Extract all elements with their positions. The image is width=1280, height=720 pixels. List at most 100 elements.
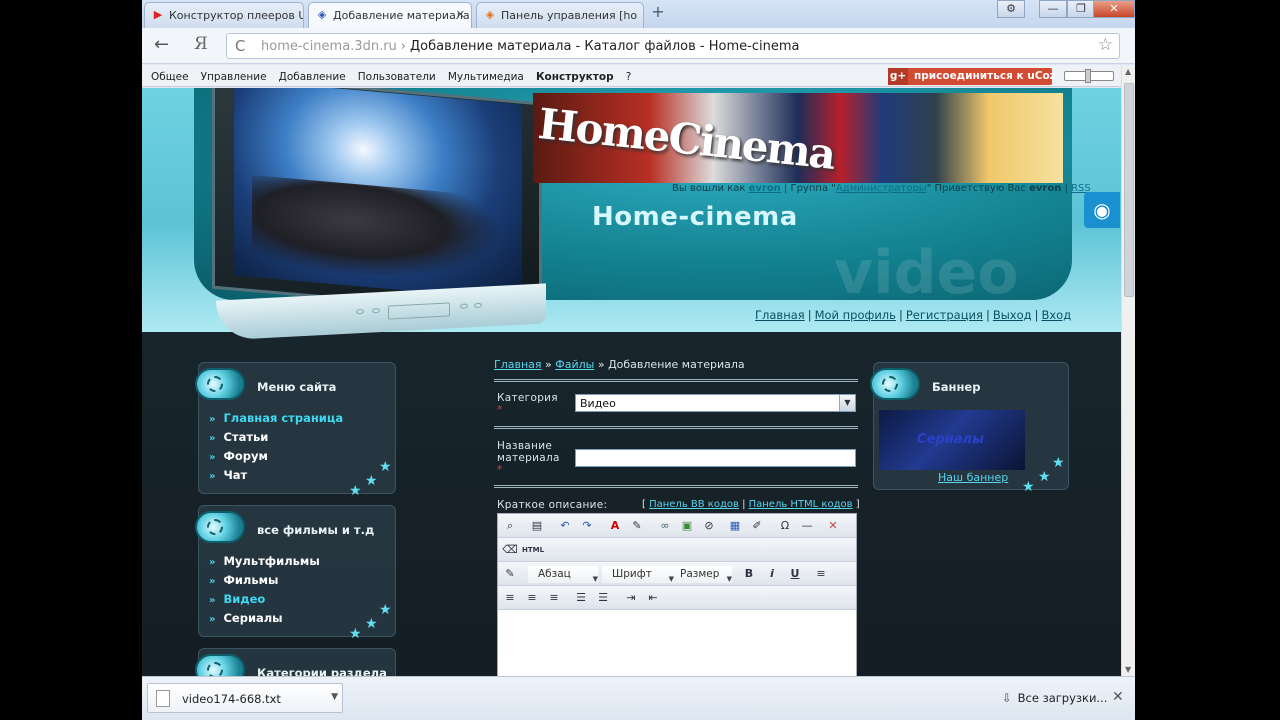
ucoz-menu-multimedia[interactable]: Мультимедиа (448, 66, 524, 88)
username-link[interactable]: evron (749, 183, 781, 194)
table-icon[interactable]: ▦ (726, 518, 744, 534)
indent-icon[interactable]: ⇥ (622, 590, 640, 606)
scrollbar-thumb[interactable] (1124, 83, 1134, 297)
address-bar[interactable]: C home-cinema.3dn.ru › Добавление материал… (226, 33, 1120, 59)
nav-profile[interactable]: Мой профиль (815, 308, 896, 322)
back-button[interactable]: ← (154, 34, 169, 55)
nav-logout[interactable]: Выход (993, 308, 1032, 322)
reload-icon[interactable]: C (235, 37, 245, 55)
group-link[interactable]: Администраторы (836, 183, 927, 194)
paragraph-dropdown[interactable]: Абзац ▼ (528, 566, 598, 583)
html-codes-panel-link[interactable]: Панель HTML кодов (749, 499, 853, 510)
bb-codes-panel-link[interactable]: Панель BB кодов (649, 499, 739, 510)
menu-item-home[interactable]: Главная страница (209, 409, 343, 428)
join-ucoz-button[interactable]: g+ присоединиться к uCoz (888, 68, 1056, 85)
html-source-icon[interactable]: HTML (522, 542, 544, 558)
ucoz-menu-management[interactable]: Управление (201, 66, 267, 88)
menu-item-video[interactable]: Видео (209, 590, 320, 609)
monitor-button (372, 308, 380, 314)
bookmark-star-icon[interactable]: ☆ (1098, 35, 1113, 55)
nav-register[interactable]: Регистрация (906, 308, 983, 322)
image-icon[interactable]: ▣ (678, 518, 696, 534)
unordered-list-icon[interactable]: ☰ (594, 590, 612, 606)
menu-item-films[interactable]: Фильмы (209, 571, 320, 590)
tab-control-panel[interactable]: ◈ Панель управления [ho (476, 2, 644, 28)
ucoz-menu-help[interactable]: ? (626, 66, 632, 88)
tab-add-material[interactable]: ◈ Добавление материала ✕ (308, 2, 472, 29)
bold-button[interactable]: B (740, 566, 758, 582)
special-char-icon[interactable]: Ω (776, 518, 794, 534)
close-download-bar-icon[interactable]: ✕ (1112, 689, 1124, 705)
scroll-up-icon[interactable]: ▲ (1125, 67, 1131, 76)
required-mark: * (497, 404, 503, 416)
horizontal-rule-icon[interactable]: — (798, 518, 816, 534)
tab-close-icon[interactable]: ✕ (456, 8, 465, 21)
nav-login[interactable]: Вход (1041, 308, 1071, 322)
redo-icon[interactable]: ↷ (578, 518, 596, 534)
block-title: Баннер (870, 363, 1068, 403)
underline-button[interactable]: U (786, 566, 804, 582)
align-center-icon[interactable]: ≡ (523, 590, 541, 606)
chevron-down-icon[interactable]: ▼ (331, 692, 338, 702)
close-window-button[interactable]: ✕ (1093, 0, 1135, 18)
eraser-icon[interactable]: ⌫ (501, 542, 519, 558)
block-title-text: Баннер (932, 380, 981, 394)
font-dropdown[interactable]: Шрифт ▼ (602, 566, 674, 583)
breadcrumb-files[interactable]: Файлы (555, 358, 594, 371)
undo-icon[interactable]: ↶ (556, 518, 574, 534)
rich-text-editor[interactable]: ⌕ ▤ ↶ ↷ A ✎ ∞ ▣ ⊘ ▦ ✐ Ω — ✕ ⌫ HTML ✎ Абз… (497, 513, 857, 676)
vertical-scrollbar[interactable]: ▲ ▼ (1121, 65, 1135, 676)
highlight-icon[interactable]: ✎ (628, 518, 646, 534)
panel-slider[interactable] (1064, 69, 1114, 83)
navigation-bar: ← Я C home-cinema.3dn.ru › Добавление мате… (142, 28, 1135, 64)
unlink-icon[interactable]: ⊘ (700, 518, 718, 534)
minimize-button[interactable]: — (1039, 0, 1067, 18)
section-categories-block: Категории раздела (195, 648, 396, 676)
ucoz-menu-constructor[interactable]: Конструктор (536, 66, 614, 88)
nav-home[interactable]: Главная (755, 308, 805, 322)
category-select[interactable]: Видео ▼ (575, 394, 856, 412)
tab-player-constructor[interactable]: ▶ Конструктор плееров U (144, 2, 304, 28)
series-banner-image[interactable]: Сериалы (879, 410, 1025, 470)
close-icon[interactable]: ✕ (824, 518, 842, 534)
download-icon: ⇩ (1002, 691, 1012, 705)
slider-handle[interactable] (1085, 69, 1091, 83)
search-icon[interactable]: ⌕ (501, 518, 519, 534)
edit-icon[interactable]: ✐ (748, 518, 766, 534)
eye-icon[interactable]: ◉ (1084, 192, 1120, 228)
new-tab-button[interactable]: + (650, 4, 666, 20)
menu-item-series[interactable]: Сериалы (209, 609, 320, 628)
text-color-icon[interactable]: A (606, 518, 624, 534)
ordered-list-icon[interactable]: ☰ (572, 590, 590, 606)
paste-icon[interactable]: ▤ (528, 518, 546, 534)
menu-item-forum[interactable]: Форум (209, 447, 343, 466)
align-left-icon[interactable]: ≡ (501, 590, 519, 606)
style-icon[interactable]: ✎ (501, 566, 519, 582)
chevron-down-icon[interactable]: ▼ (839, 395, 855, 411)
ucoz-menu-users[interactable]: Пользователи (358, 66, 436, 88)
download-item[interactable]: video174-668.txt ▼ (147, 683, 343, 713)
scroll-down-icon[interactable]: ▼ (1125, 665, 1131, 674)
breadcrumb-home[interactable]: Главная (494, 358, 542, 371)
align-right-icon[interactable]: ≡ (545, 590, 563, 606)
our-banner-link[interactable]: Наш баннер (938, 471, 1008, 484)
size-dropdown[interactable]: Размер ▼ (674, 566, 732, 583)
tab-label: Конструктор плееров U (169, 9, 304, 22)
all-downloads-label: Все загрузки... (1017, 691, 1108, 705)
ucoz-menu-add[interactable]: Добавление (279, 66, 346, 88)
all-downloads-link[interactable]: ⇩ Все загрузки... (1002, 691, 1107, 705)
menu-item-articles[interactable]: Статьи (209, 428, 343, 447)
maximize-button[interactable]: ❐ (1067, 0, 1095, 18)
material-title-input[interactable] (575, 449, 856, 467)
breadcrumb-sep: » (597, 358, 605, 371)
link-icon[interactable]: ∞ (656, 518, 674, 534)
italic-button[interactable]: i (763, 566, 781, 582)
menu-item-chat[interactable]: Чат (209, 466, 343, 485)
justify-icon[interactable]: ≡ (812, 566, 830, 582)
url-text[interactable]: home-cinema.3dn.ru › Добавление материала … (261, 39, 799, 54)
menu-item-cartoons[interactable]: Мультфильмы (209, 552, 319, 571)
yandex-button[interactable]: Я (194, 34, 208, 54)
settings-button[interactable]: ⚙ (997, 0, 1025, 18)
ucoz-menu-general[interactable]: Общее (151, 66, 189, 88)
outdent-icon[interactable]: ⇤ (644, 590, 662, 606)
